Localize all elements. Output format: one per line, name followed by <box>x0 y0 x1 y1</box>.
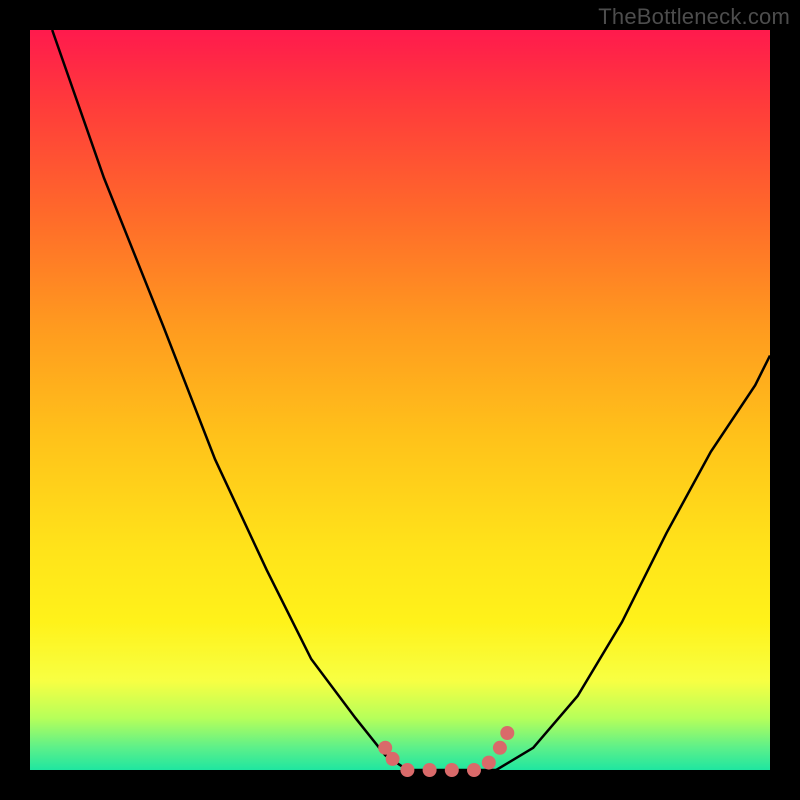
valley-marker <box>500 726 514 740</box>
valley-marker <box>445 763 459 777</box>
valley-marker <box>423 763 437 777</box>
valley-marker <box>386 752 400 766</box>
watermark-text: TheBottleneck.com <box>598 4 790 30</box>
valley-marker <box>400 763 414 777</box>
bottleneck-curve-left <box>52 30 407 770</box>
valley-marker <box>467 763 481 777</box>
bottleneck-curve-right <box>496 356 770 770</box>
valley-marker <box>493 741 507 755</box>
valley-marker <box>482 756 496 770</box>
chart-stage: TheBottleneck.com <box>0 0 800 800</box>
plot-svg <box>30 30 770 770</box>
plot-area <box>30 30 770 770</box>
